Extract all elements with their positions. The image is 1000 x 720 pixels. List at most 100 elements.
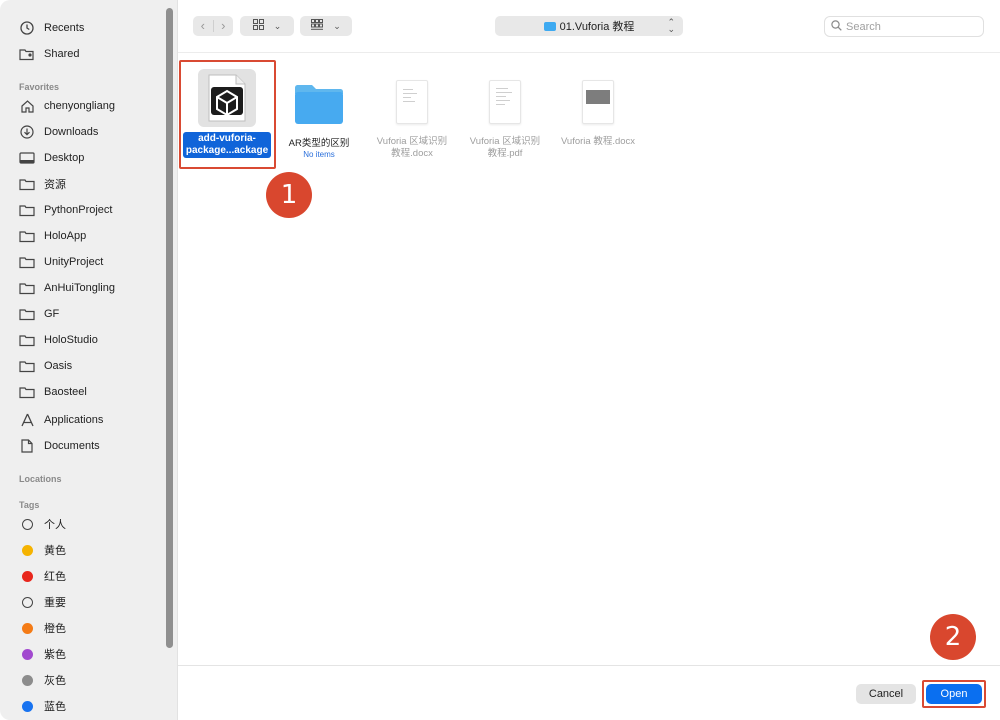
download-icon: [18, 123, 36, 141]
sidebar-item-folder[interactable]: AnHuiTongling: [18, 276, 115, 300]
sidebar-item-label: 紫色: [44, 649, 66, 661]
file-name-line2: 教程.docx: [391, 148, 433, 159]
folder-icon: [18, 383, 36, 401]
folder-icon: [18, 305, 36, 323]
tag-dot-icon: [18, 567, 36, 585]
file-name-line1: Vuforia 区域识别: [376, 136, 448, 147]
folder-icon: [18, 357, 36, 375]
tag-dot-icon: [18, 697, 36, 715]
tag-dot-icon: [18, 541, 36, 559]
sidebar-item-label: 个人: [44, 519, 66, 531]
sidebar-item-label: 重要: [44, 597, 66, 609]
file-name-line2: 教程.pdf: [487, 148, 523, 159]
sidebar-item-label: GF: [44, 308, 60, 320]
document-icon: [18, 437, 36, 455]
sidebar-tag[interactable]: 重要: [18, 590, 66, 614]
clock-icon: [18, 19, 36, 37]
file-name: AR类型的区别: [288, 138, 350, 149]
view-mode-button[interactable]: ⌄: [240, 16, 294, 36]
sidebar-item-recents[interactable]: Recents: [18, 16, 84, 40]
sidebar-item-label: 黄色: [44, 545, 66, 557]
shared-folder-icon: [18, 45, 36, 63]
sidebar-item-folder[interactable]: HoloApp: [18, 224, 86, 248]
sidebar-item-label: 橙色: [44, 623, 66, 635]
file-name-line1: Vuforia 区域识别: [469, 136, 541, 147]
sidebar-tag[interactable]: 蓝色: [18, 694, 66, 718]
location-popup[interactable]: 01.Vuforia 教程 ⌃ ⌄: [495, 16, 683, 36]
sidebar-item-label: 灰色: [44, 675, 66, 687]
sidebar-item-folder[interactable]: Baosteel: [18, 380, 87, 404]
file-name: Vuforia 教程.docx: [560, 136, 636, 147]
sidebar-item-label: chenyongliang: [44, 100, 115, 112]
sidebar-item-label: PythonProject: [44, 204, 113, 216]
file-open-dialog: Recents Shared Favorites chenyongliang D…: [0, 0, 1000, 720]
sidebar-tag[interactable]: 个人: [18, 512, 66, 536]
locations-header: Locations: [19, 474, 62, 484]
document-thumbnail-icon: [396, 80, 428, 124]
sidebar-item-folder[interactable]: 资源: [18, 172, 66, 196]
highlight-box-file: [179, 60, 276, 169]
sidebar-scrollbar[interactable]: [166, 8, 173, 648]
desktop-icon: [18, 149, 36, 167]
sidebar-tag[interactable]: 紫色: [18, 642, 66, 666]
sidebar-item-label: Applications: [44, 414, 104, 426]
folder-icon: [18, 201, 36, 219]
pdf-thumbnail-icon: [489, 80, 521, 124]
sidebar-item-label: Recents: [44, 22, 85, 34]
sidebar-item-label: 蓝色: [44, 701, 66, 713]
tag-dot-icon: [18, 671, 36, 689]
favorites-header: Favorites: [19, 82, 60, 92]
back-chevron-icon[interactable]: ‹: [193, 16, 213, 36]
file-item-docx[interactable]: Vuforia 区域识别 教程.docx: [367, 72, 457, 160]
location-label: 01.Vuforia 教程: [559, 21, 635, 33]
sidebar-item-folder[interactable]: UnityProject: [18, 250, 103, 274]
sidebar-item-folder[interactable]: HoloStudio: [18, 328, 98, 352]
chevron-down-icon: ⌄: [273, 20, 282, 31]
folder-icon: [18, 175, 36, 193]
sidebar-item-folder[interactable]: PythonProject: [18, 198, 112, 222]
search-field[interactable]: [824, 16, 984, 37]
sidebar-item-desktop[interactable]: Desktop: [18, 146, 84, 170]
cancel-button[interactable]: Cancel: [856, 684, 916, 704]
sidebar-item-label: 资源: [44, 179, 66, 191]
file-item-pdf[interactable]: Vuforia 区域识别 教程.pdf: [460, 72, 550, 160]
sidebar-tag[interactable]: 黄色: [18, 538, 66, 562]
bottom-divider: [178, 665, 1000, 666]
folder-icon: [18, 279, 36, 297]
sidebar-item-folder[interactable]: GF: [18, 302, 59, 326]
search-input[interactable]: [846, 20, 976, 33]
file-subtitle: No items: [303, 150, 335, 159]
sidebar-item-documents[interactable]: Documents: [18, 434, 100, 458]
file-item-docx[interactable]: Vuforia 教程.docx: [553, 72, 643, 148]
folder-icon: [543, 21, 556, 31]
sidebar-item-label: Baosteel: [44, 386, 87, 398]
file-item-folder[interactable]: AR类型的区别 No items: [274, 74, 364, 160]
step-badge-1: 1: [266, 172, 312, 218]
sidebar-item-label: AnHuiTongling: [44, 282, 115, 294]
applications-icon: [18, 411, 36, 429]
sidebar-tag[interactable]: 红色: [18, 564, 66, 588]
home-icon: [18, 97, 36, 115]
sidebar-tag[interactable]: 橙色: [18, 616, 66, 640]
file-thumbnail: [568, 72, 628, 132]
sidebar-tag[interactable]: 灰色: [18, 668, 66, 692]
sidebar-item-home[interactable]: chenyongliang: [18, 94, 115, 118]
sidebar-item-applications[interactable]: Applications: [18, 408, 103, 432]
file-name: Vuforia 区域识别 教程.docx: [367, 136, 457, 160]
sidebar-item-label: Downloads: [44, 126, 99, 138]
folder-icon: [18, 253, 36, 271]
sidebar-item-downloads[interactable]: Downloads: [18, 120, 98, 144]
group-by-button[interactable]: ⌄: [300, 16, 352, 36]
toolbar-divider: [178, 52, 1000, 53]
file-thumbnail: [289, 74, 349, 134]
sidebar-item-shared[interactable]: Shared: [18, 42, 79, 66]
sidebar-item-label: HoloApp: [44, 230, 87, 242]
sidebar-item-label: Oasis: [44, 360, 73, 372]
sidebar-item-label: Documents: [44, 440, 100, 452]
forward-chevron-icon[interactable]: ›: [213, 16, 233, 36]
sidebar-item-folder[interactable]: Oasis: [18, 354, 72, 378]
folder-icon: [18, 227, 36, 245]
file-thumbnail: [382, 72, 442, 132]
sidebar: Recents Shared Favorites chenyongliang D…: [0, 0, 178, 720]
blue-folder-icon: [295, 85, 343, 124]
